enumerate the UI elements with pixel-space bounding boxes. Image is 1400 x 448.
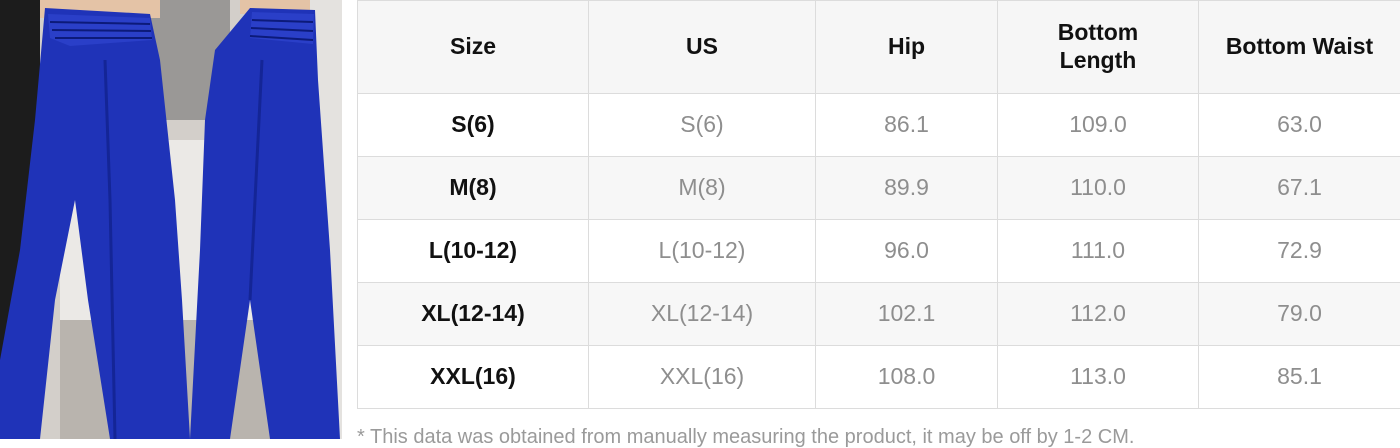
- table-row: M(8) M(8) 89.9 110.0 67.1: [358, 157, 1400, 220]
- header-us: US: [589, 1, 816, 94]
- bottom-length-cell: 113.0: [998, 346, 1199, 409]
- size-cell: S(6): [358, 94, 589, 157]
- us-cell: S(6): [589, 94, 816, 157]
- size-cell: XXL(16): [358, 346, 589, 409]
- us-cell: M(8): [589, 157, 816, 220]
- us-cell: XXL(16): [589, 346, 816, 409]
- header-bottom-length: Bottom Length: [998, 1, 1199, 94]
- size-cell: L(10-12): [358, 220, 589, 283]
- bottom-waist-cell: 72.9: [1199, 220, 1400, 283]
- bottom-waist-cell: 85.1: [1199, 346, 1400, 409]
- size-chart: Size US Hip Bottom Length Bottom Waist S…: [357, 0, 1400, 411]
- table-row: S(6) S(6) 86.1 109.0 63.0: [358, 94, 1400, 157]
- table-row: XL(12-14) XL(12-14) 102.1 112.0 79.0: [358, 283, 1400, 346]
- bottom-waist-cell: 67.1: [1199, 157, 1400, 220]
- hip-cell: 96.0: [816, 220, 998, 283]
- hip-cell: 89.9: [816, 157, 998, 220]
- header-bottom-waist: Bottom Waist: [1199, 1, 1400, 94]
- table-header: Size US Hip Bottom Length Bottom Waist: [358, 1, 1400, 94]
- product-photo: [0, 0, 342, 439]
- bottom-length-cell: 111.0: [998, 220, 1199, 283]
- table-row: L(10-12) L(10-12) 96.0 111.0 72.9: [358, 220, 1400, 283]
- table-row: XXL(16) XXL(16) 108.0 113.0 85.1: [358, 346, 1400, 409]
- us-cell: XL(12-14): [589, 283, 816, 346]
- bottom-waist-cell: 79.0: [1199, 283, 1400, 346]
- measurement-note: * This data was obtained from manually m…: [357, 427, 1134, 447]
- hip-cell: 102.1: [816, 283, 998, 346]
- size-table: Size US Hip Bottom Length Bottom Waist S…: [357, 0, 1400, 409]
- us-cell: L(10-12): [589, 220, 816, 283]
- header-hip: Hip: [816, 1, 998, 94]
- size-cell: XL(12-14): [358, 283, 589, 346]
- hip-cell: 108.0: [816, 346, 998, 409]
- header-size: Size: [358, 1, 589, 94]
- hip-cell: 86.1: [816, 94, 998, 157]
- size-cell: M(8): [358, 157, 589, 220]
- bottom-length-cell: 112.0: [998, 283, 1199, 346]
- blue-flare-pants-image: [0, 0, 342, 439]
- bottom-length-cell: 109.0: [998, 94, 1199, 157]
- bottom-length-cell: 110.0: [998, 157, 1199, 220]
- bottom-waist-cell: 63.0: [1199, 94, 1400, 157]
